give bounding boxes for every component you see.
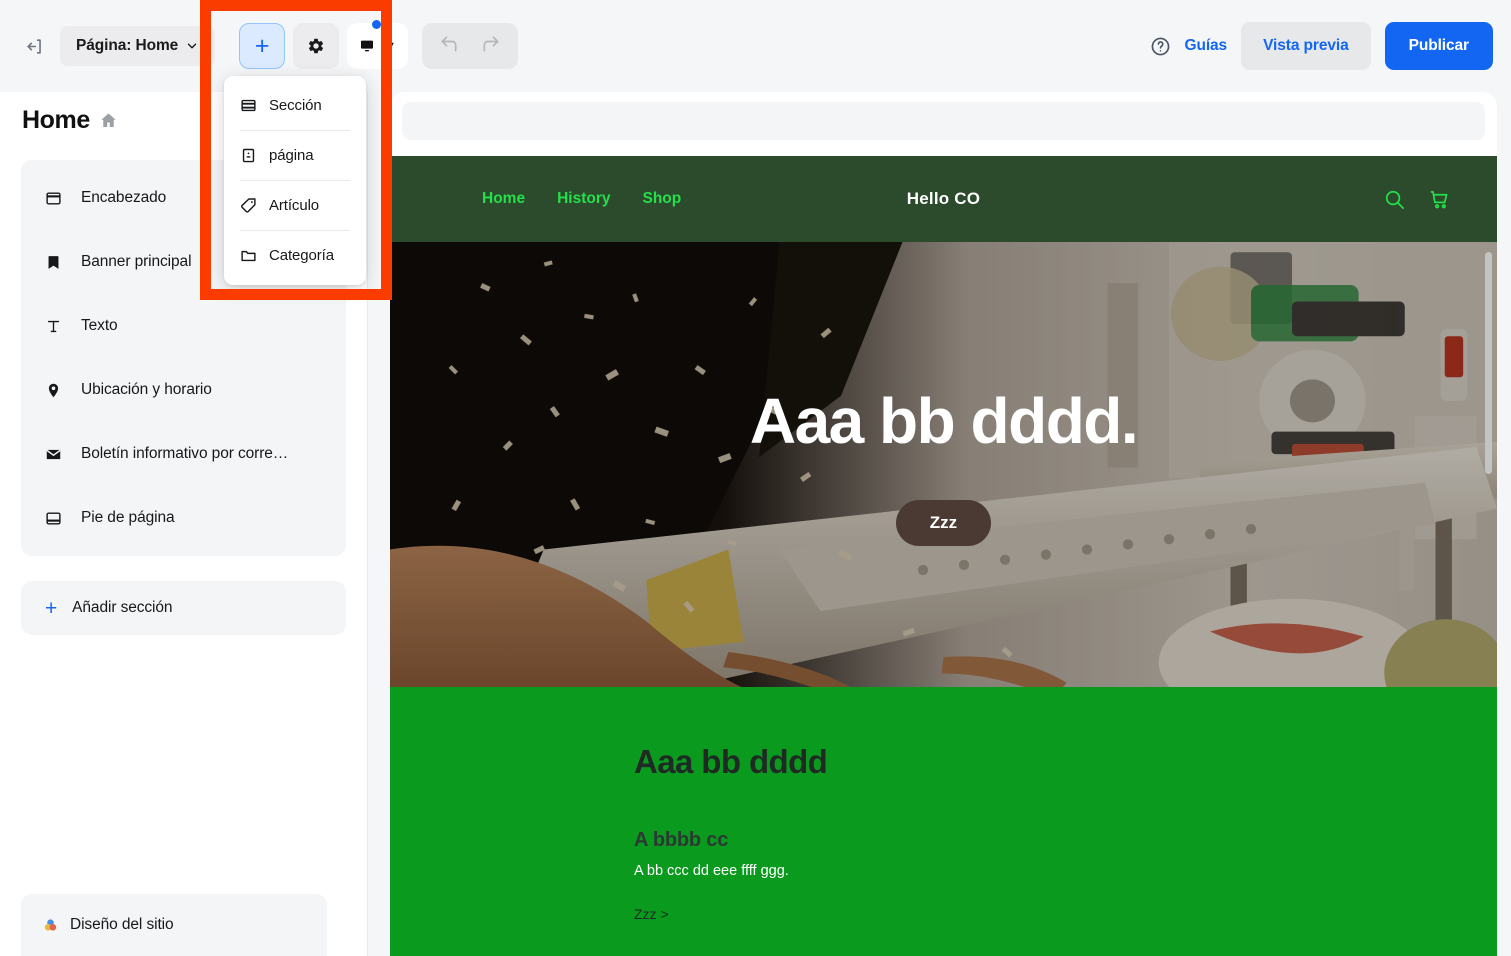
preview-card: Home History Shop Hello CO Aaa bb dddd. … bbox=[390, 92, 1497, 956]
preview-toolbar-placeholder bbox=[402, 102, 1485, 140]
site-nav-icons bbox=[1383, 188, 1451, 211]
sidebar-item-label: Encabezado bbox=[81, 189, 167, 206]
hero-cta-button[interactable]: Zzz bbox=[895, 499, 992, 546]
chevron-down-icon bbox=[187, 43, 197, 49]
layout-section-icon bbox=[240, 97, 257, 114]
add-element-button[interactable]: + bbox=[239, 23, 286, 69]
preview-scrollbar[interactable] bbox=[1485, 252, 1492, 474]
green-section-heading: Aaa bb dddd bbox=[634, 743, 828, 780]
nav-link-history[interactable]: History bbox=[557, 190, 610, 208]
shopping-cart-icon[interactable] bbox=[1428, 188, 1451, 211]
undo-redo-group bbox=[422, 23, 519, 69]
sidebar-item-ubicacion-y-horario[interactable]: Ubicación y horario bbox=[21, 358, 346, 422]
envelope-icon bbox=[45, 446, 65, 463]
sidebar-item-label: Banner principal bbox=[81, 253, 192, 270]
publish-button[interactable]: Publicar bbox=[1384, 22, 1493, 70]
sidebar-item-label: Pie de página bbox=[81, 509, 175, 526]
bookmark-icon bbox=[45, 254, 65, 271]
device-desktop-icon bbox=[361, 40, 374, 52]
nav-link-home[interactable]: Home bbox=[482, 190, 525, 208]
add-menu-item-label: Sección bbox=[269, 97, 322, 114]
sidebar-item-boletin-informativo[interactable]: Boletín informativo por corre… bbox=[21, 422, 346, 486]
device-selector[interactable]: ▼ bbox=[347, 23, 409, 69]
tag-icon bbox=[240, 197, 257, 214]
add-menu-item-label: página bbox=[269, 147, 314, 164]
green-content-section: Aaa bb dddd A bbbb cc A bb ccc dd eee ff… bbox=[390, 687, 1497, 956]
header-icon bbox=[45, 190, 65, 207]
gear-icon bbox=[309, 38, 324, 54]
plus-icon: + bbox=[254, 31, 270, 60]
add-menu-item-categoria[interactable]: Categoría bbox=[224, 231, 366, 280]
page-selector-dropdown[interactable]: Página: Home bbox=[60, 26, 216, 66]
add-element-menu: Sección página Artículo Categoría bbox=[224, 76, 366, 285]
green-section-inner: Aaa bb dddd A bbbb cc A bb ccc dd eee ff… bbox=[390, 743, 1497, 956]
site-preview-frame: Home History Shop Hello CO Aaa bb dddd. … bbox=[390, 156, 1497, 956]
page-icon bbox=[240, 147, 257, 164]
add-menu-item-label: Categoría bbox=[269, 247, 334, 264]
site-nav: Home History Shop Hello CO bbox=[390, 156, 1497, 242]
help-circle-icon[interactable] bbox=[1150, 36, 1171, 57]
palette-icon bbox=[42, 917, 59, 934]
preview-canvas: Home History Shop Hello CO Aaa bb dddd. … bbox=[368, 92, 1511, 956]
page-selector-label: Página: Home bbox=[76, 37, 179, 54]
preview-button[interactable]: Vista previa bbox=[1241, 22, 1371, 70]
notification-dot-badge bbox=[372, 20, 381, 29]
sidebar-item-label: Texto bbox=[81, 317, 118, 334]
add-menu-item-pagina[interactable]: página bbox=[224, 131, 366, 180]
page-title: Home bbox=[22, 106, 90, 134]
green-section-paragraph: A bb ccc dd eee ffff ggg. bbox=[634, 863, 789, 879]
hero-title: Aaa bb dddd. bbox=[749, 384, 1139, 457]
sidebar-item-texto[interactable]: Texto bbox=[21, 294, 346, 358]
settings-button[interactable] bbox=[293, 23, 340, 69]
sidebar-item-label: Ubicación y horario bbox=[81, 381, 212, 398]
nav-link-shop[interactable]: Shop bbox=[642, 190, 681, 208]
home-icon bbox=[99, 111, 118, 130]
add-menu-item-label: Artículo bbox=[269, 197, 320, 214]
site-design-label: Diseño del sitio bbox=[70, 916, 174, 933]
hero-section: Aaa bb dddd. Zzz bbox=[390, 242, 1497, 687]
undo-icon[interactable] bbox=[439, 34, 459, 59]
add-section-label: Añadir sección bbox=[72, 599, 173, 616]
collapse-panel-icon[interactable] bbox=[20, 32, 48, 60]
plus-icon: + bbox=[45, 596, 58, 620]
search-icon[interactable] bbox=[1383, 188, 1406, 211]
site-logo: Hello CO bbox=[906, 189, 981, 208]
site-design-button[interactable]: Diseño del sitio bbox=[21, 894, 327, 956]
hero-content: Aaa bb dddd. Zzz bbox=[390, 242, 1497, 687]
sidebar-item-pie-de-pagina[interactable]: Pie de página bbox=[21, 486, 346, 550]
site-nav-links: Home History Shop bbox=[482, 190, 681, 208]
green-section-subheading: A bbbb cc bbox=[634, 829, 729, 851]
map-pin-icon bbox=[45, 382, 65, 399]
toolbar-right-group: Guías Vista previa Publicar bbox=[1150, 22, 1493, 70]
folder-icon bbox=[240, 247, 257, 264]
green-section-link[interactable]: Zzz > bbox=[634, 906, 669, 922]
add-menu-item-seccion[interactable]: Sección bbox=[224, 81, 366, 130]
preview-toolbar-strip bbox=[390, 92, 1497, 148]
guides-link[interactable]: Guías bbox=[1185, 37, 1228, 55]
redo-icon[interactable] bbox=[481, 34, 501, 59]
toolbar-action-group: + bbox=[239, 23, 340, 69]
device-caret-icon: ▼ bbox=[385, 40, 397, 52]
footer-icon bbox=[45, 510, 65, 527]
add-menu-item-articulo[interactable]: Artículo bbox=[224, 181, 366, 230]
add-section-button[interactable]: + Añadir sección bbox=[21, 581, 346, 635]
site-editor-app: Página: Home + ▼ Guías Vista previa Publ… bbox=[0, 0, 1511, 956]
sidebar-item-label: Boletín informativo por corre… bbox=[81, 445, 289, 462]
text-icon bbox=[45, 318, 65, 335]
